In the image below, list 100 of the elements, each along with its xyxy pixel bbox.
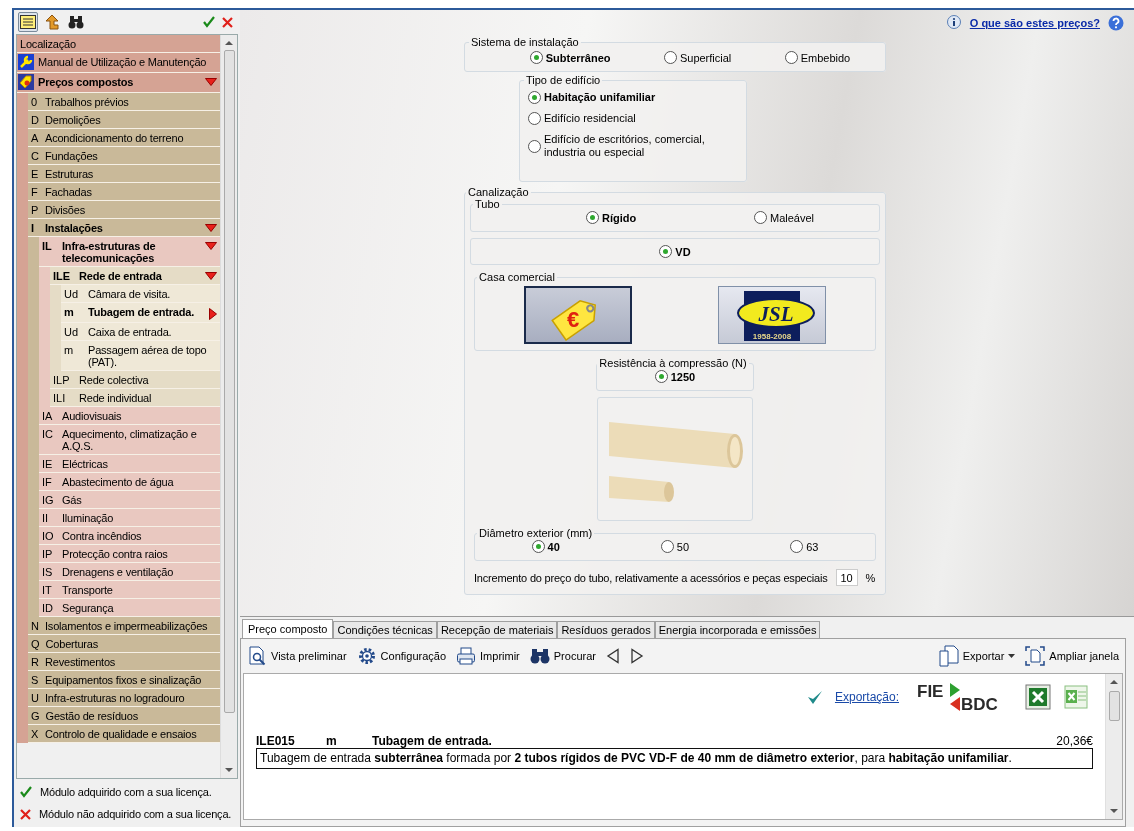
item-unit: m: [326, 734, 338, 748]
expand-button[interactable]: Ampliar janela: [1025, 646, 1119, 666]
tree-item-label: Localização: [20, 38, 77, 50]
increment-field[interactable]: 10: [835, 569, 858, 586]
tree-item-code: IC: [42, 428, 54, 440]
collapse-triangle-icon[interactable]: [205, 224, 217, 232]
tree-item[interactable]: Preços compostos: [17, 73, 220, 93]
scroll-down-icon[interactable]: [1110, 809, 1118, 814]
tree-item-label: Rede individual: [79, 392, 153, 404]
price-tag-button[interactable]: €: [524, 286, 633, 344]
tree-item-label: Demolições: [45, 114, 102, 126]
group-title: Diâmetro exterior (mm): [478, 527, 594, 539]
radio-button[interactable]: VD: [659, 245, 691, 258]
tree-item-label: Drenagens e ventilação: [62, 566, 175, 578]
scroll-thumb[interactable]: [223, 50, 235, 714]
logo-button[interactable]: JSL 1958-2008: [717, 286, 826, 344]
binoculars-icon: [529, 647, 550, 665]
tree-item-label: Rede colectiva: [79, 374, 150, 386]
export-button[interactable]: Exportar: [938, 645, 1016, 667]
tree-item-code: I: [31, 222, 36, 234]
radio-button[interactable]: 40: [531, 540, 560, 553]
item-code: ILE015: [256, 734, 296, 748]
collapse-triangle-icon[interactable]: [205, 272, 217, 280]
tree-item-label: Instalações: [45, 222, 104, 234]
tree-item-label: Manual de Utilização e Manutenção: [38, 56, 208, 68]
tree-item-label: Abastecimento de água: [62, 476, 175, 488]
scroll-down-icon[interactable]: [225, 768, 233, 773]
next-icon[interactable]: [629, 648, 644, 664]
tree-item-code: S: [31, 674, 39, 686]
radio-button[interactable]: Embebido: [784, 51, 851, 64]
scrollbar[interactable]: [1105, 674, 1122, 819]
fiebdc-logo[interactable]: FIE BDC: [917, 682, 1013, 712]
spreadsheet-icon[interactable]: [1025, 684, 1051, 710]
tree-item-code: ID: [42, 602, 54, 614]
preview-button[interactable]: Vista preliminar: [247, 646, 347, 666]
radio-button[interactable]: Subterrâneo: [529, 51, 611, 64]
tab[interactable]: Energia incorporada e emissões: [654, 621, 821, 638]
scroll-up-icon[interactable]: [1110, 679, 1118, 684]
cross-icon: [20, 808, 31, 820]
help-icon[interactable]: [1108, 15, 1124, 31]
tree-item-code: IT: [42, 584, 53, 596]
tree-item-label: Rede de entrada: [79, 270, 163, 282]
tab[interactable]: Recepção de materiais: [436, 621, 558, 638]
collapse-triangle-icon[interactable]: [205, 242, 217, 250]
tree-item-label: Estruturas: [45, 168, 95, 180]
tree-item-code: IS: [42, 566, 54, 578]
tree-item-label: Aquecimento, climatização e A.Q.S.: [62, 428, 198, 452]
tree-item-code: P: [31, 204, 39, 216]
tree-item-code: N: [31, 620, 39, 632]
tree-item-label: Infra-estruturas de telecomunicações: [62, 240, 157, 264]
tree-item-code: D: [31, 114, 39, 126]
list-view-button[interactable]: [18, 12, 38, 32]
radio-button[interactable]: 50: [660, 540, 690, 553]
documents-icon: [938, 645, 959, 667]
tree-item-label: Segurança: [62, 602, 115, 614]
radio-button[interactable]: 63: [790, 540, 819, 553]
radio-button[interactable]: Habitação unifamiliar: [528, 91, 738, 104]
tree-item-code: m: [64, 306, 75, 318]
group-title: Sistema de instalação: [470, 36, 580, 48]
tree-item[interactable]: Manual de Utilização e Manutenção: [17, 53, 220, 73]
tree-item-label: Fachadas: [45, 186, 93, 198]
radio-button[interactable]: Superficial: [663, 51, 732, 64]
spreadsheet-icon[interactable]: [1063, 684, 1089, 710]
tree-item-code: 0: [31, 96, 39, 108]
radio-button[interactable]: Edifício de escritórios, comercial, industria ou especial: [528, 133, 738, 159]
tab[interactable]: Condições técnicas: [333, 621, 437, 638]
settings-button[interactable]: Configuração: [356, 646, 447, 666]
tree-item-label: Tubagem de entrada.: [88, 306, 196, 318]
group-title: Tipo de edifício: [525, 74, 602, 86]
tree-item-code: Ud: [64, 326, 80, 338]
printer-icon: [456, 646, 477, 666]
previous-icon[interactable]: [605, 648, 620, 664]
radio-button[interactable]: Edifício residencial: [528, 112, 738, 125]
print-button[interactable]: Imprimir: [456, 646, 520, 666]
radio-button[interactable]: Rígido: [585, 211, 637, 224]
tree-item-label: Coberturas: [45, 638, 99, 650]
scroll-thumb[interactable]: [1108, 691, 1120, 721]
cross-icon[interactable]: [222, 16, 233, 28]
tree-item-label: Protecção contra raios: [62, 548, 169, 560]
scrollbar[interactable]: [220, 35, 237, 778]
find-button[interactable]: Procurar: [529, 647, 596, 665]
tree-item-label: Infra-estruturas no logradouro: [45, 692, 186, 704]
tree-item-code: U: [31, 692, 39, 704]
group-title: Resistência à compressão (N): [598, 357, 748, 369]
tree-item-code: IL: [42, 240, 53, 252]
tree-item[interactable]: Localização: [17, 35, 220, 53]
scroll-up-icon[interactable]: [225, 40, 233, 45]
radio-button[interactable]: Maleável: [754, 211, 815, 224]
collapse-triangle-icon[interactable]: [205, 78, 217, 86]
tree-item-label: Audiovisuais: [62, 410, 123, 422]
radio-button[interactable]: 1250: [654, 370, 696, 383]
tree-item-label: Iluminação: [62, 512, 115, 524]
tree-item-code: IF: [42, 476, 53, 488]
help-link[interactable]: O que são estes preços?: [969, 17, 1100, 29]
export-link[interactable]: Exportação:: [834, 690, 899, 704]
tab[interactable]: Preço composto: [242, 619, 334, 638]
check-icon: [806, 689, 823, 705]
tab[interactable]: Resíduos gerados: [557, 621, 655, 638]
tree-item-label: Gás: [62, 494, 83, 506]
check-icon[interactable]: [203, 16, 215, 28]
